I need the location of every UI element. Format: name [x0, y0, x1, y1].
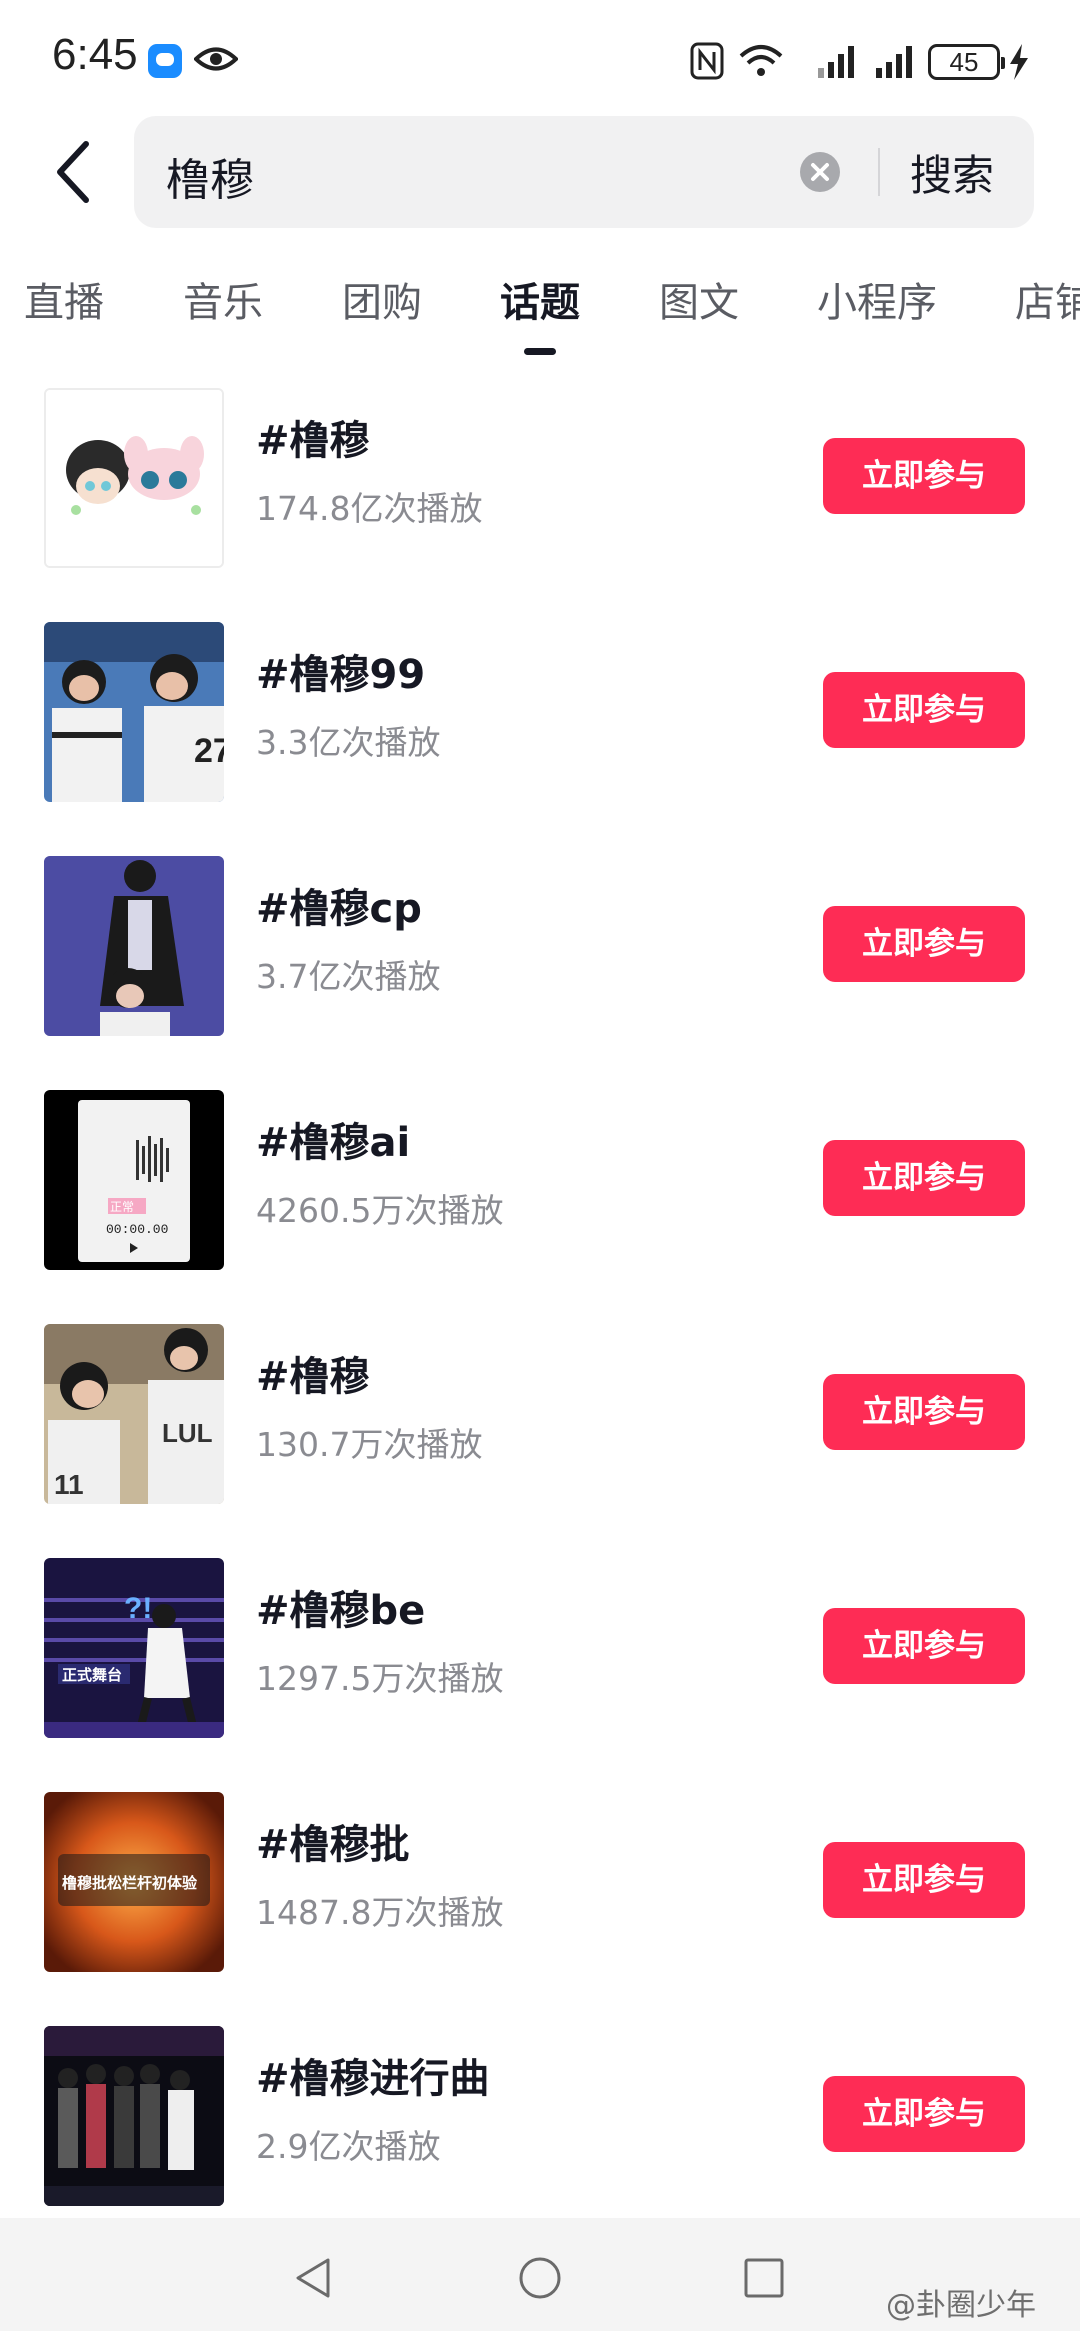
topic-row[interactable]: 正常 00:00.00 #橹穆ai 4260.5万次播放 立即参与 [0, 1072, 1080, 1306]
search-input[interactable]: 橹穆 搜索 [134, 116, 1034, 228]
search-button[interactable]: 搜索 [910, 142, 994, 203]
topic-play-count: 3.7亿次播放 [256, 957, 441, 996]
topic-title: #橹穆 [256, 1354, 370, 1400]
thumb-caption: 正式舞台 [62, 1666, 122, 1684]
tab-image-text[interactable]: 图文 [659, 270, 739, 328]
join-topic-button[interactable]: 立即参与 [823, 438, 1025, 514]
topic-title: #橹穆 [256, 418, 370, 464]
topic-play-count: 174.8亿次播放 [256, 489, 483, 528]
topic-row[interactable]: ?! 正式舞台 #橹穆be 1297.5万次播放 立即参与 [0, 1540, 1080, 1774]
message-app-icon [148, 44, 182, 78]
clear-search-button[interactable] [800, 152, 840, 192]
topic-thumbnail: 正常 00:00.00 [44, 1090, 224, 1270]
battery-indicator: 45 [928, 44, 1005, 80]
topic-title: #橹穆批 [256, 1822, 410, 1868]
thumb-tag: 正常 [110, 1200, 134, 1214]
topic-title: #橹穆cp [256, 886, 422, 932]
signal-icon-sim1 [818, 46, 854, 78]
back-button[interactable] [40, 132, 110, 212]
topic-play-count: 130.7万次播放 [256, 1425, 483, 1464]
topic-row[interactable]: #橹穆 174.8亿次播放 立即参与 [0, 370, 1080, 604]
tab-mini-programs[interactable]: 小程序 [817, 270, 937, 328]
topic-row[interactable]: LUL 11 #橹穆 130.7万次播放 立即参与 [0, 1306, 1080, 1540]
tab-shops[interactable]: 店铺 [1015, 270, 1080, 328]
tab-topics[interactable]: 话题 [500, 270, 580, 328]
category-tabs: 直播 音乐 团购 话题 图文 小程序 店铺 [0, 262, 1080, 362]
status-time: 6:45 [52, 30, 138, 79]
join-topic-button[interactable]: 立即参与 [823, 672, 1025, 748]
topic-play-count: 1487.8万次播放 [256, 1893, 504, 1932]
nav-recents-icon[interactable] [740, 2254, 788, 2302]
topic-play-count: 1297.5万次播放 [256, 1659, 504, 1698]
tab-music[interactable]: 音乐 [183, 270, 263, 328]
topic-play-count: 3.3亿次播放 [256, 723, 441, 762]
svg-text:LUL: LUL [162, 1418, 213, 1448]
join-topic-button[interactable]: 立即参与 [823, 1140, 1025, 1216]
charging-bolt-icon [1010, 44, 1028, 80]
topic-thumbnail [44, 388, 224, 568]
topic-thumbnail: 27 [44, 622, 224, 802]
thumb-caption: 橹穆批松栏杆初体验 [62, 1874, 198, 1892]
topic-thumbnail [44, 2026, 224, 2206]
topic-thumbnail: LUL 11 [44, 1324, 224, 1504]
close-icon [811, 163, 829, 181]
topic-title: #橹穆ai [256, 1120, 411, 1166]
thumb-marks: ?! [124, 1592, 152, 1625]
join-topic-button[interactable]: 立即参与 [823, 906, 1025, 982]
topic-row[interactable]: 27 #橹穆99 3.3亿次播放 立即参与 [0, 604, 1080, 838]
svg-text:27: 27 [194, 732, 224, 770]
topic-thumbnail: ?! 正式舞台 [44, 1558, 224, 1738]
topic-thumbnail [44, 856, 224, 1036]
join-topic-button[interactable]: 立即参与 [823, 1608, 1025, 1684]
status-bar: 6:45 45 [0, 0, 1080, 110]
topic-title: #橹穆99 [256, 652, 426, 698]
search-divider [878, 148, 880, 196]
topic-thumbnail: 橹穆批松栏杆初体验 [44, 1792, 224, 1972]
nfc-icon [690, 42, 724, 80]
tab-live[interactable]: 直播 [24, 270, 104, 328]
watermark: @卦圈少年 [886, 2288, 1036, 2323]
topic-play-count: 2.9亿次播放 [256, 2127, 441, 2166]
wifi-icon [739, 45, 783, 76]
topic-row[interactable]: 橹穆批松栏杆初体验 #橹穆批 1487.8万次播放 立即参与 [0, 1774, 1080, 2008]
join-topic-button[interactable]: 立即参与 [823, 2076, 1025, 2152]
signal-icon-sim2 [876, 46, 912, 78]
thumb-timer: 00:00.00 [106, 1222, 168, 1237]
join-topic-button[interactable]: 立即参与 [823, 1374, 1025, 1450]
topic-play-count: 4260.5万次播放 [256, 1191, 504, 1230]
svg-text:11: 11 [54, 1469, 84, 1500]
nav-home-icon[interactable] [516, 2254, 564, 2302]
topic-row[interactable]: #橹穆cp 3.7亿次播放 立即参与 [0, 838, 1080, 1072]
topic-title: #橹穆进行曲 [256, 2056, 490, 2102]
search-query[interactable]: 橹穆 [166, 144, 254, 208]
nav-back-icon[interactable] [290, 2254, 338, 2302]
topic-title: #橹穆be [256, 1588, 426, 1634]
join-topic-button[interactable]: 立即参与 [823, 1842, 1025, 1918]
eye-icon [194, 47, 238, 71]
tab-group-buy[interactable]: 团购 [342, 270, 422, 328]
active-tab-indicator [524, 348, 556, 355]
topic-row[interactable]: #橹穆进行曲 2.9亿次播放 立即参与 [0, 2008, 1080, 2242]
